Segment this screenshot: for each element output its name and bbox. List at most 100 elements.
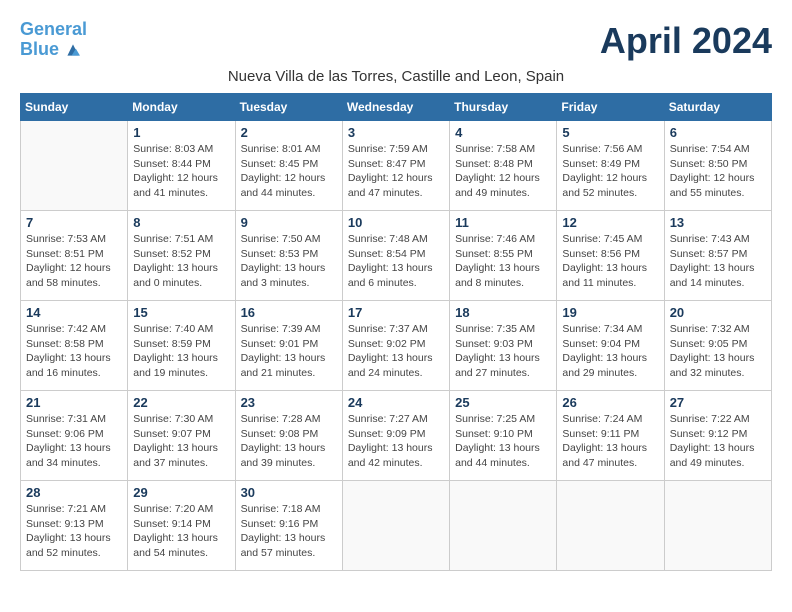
day-info: Sunrise: 7:20 AMSunset: 9:14 PMDaylight:… <box>133 502 229 561</box>
calendar-cell: 21 Sunrise: 7:31 AMSunset: 9:06 PMDayligh… <box>21 391 128 481</box>
calendar-cell: 12Sunrise: 7:45 AMSunset: 8:56 PMDayligh… <box>557 211 664 301</box>
logo-text: General Blue <box>20 20 87 60</box>
calendar-cell: 25Sunrise: 7:25 AMSunset: 9:10 PMDayligh… <box>450 391 557 481</box>
calendar-cell <box>450 481 557 571</box>
day-number: 24 <box>348 395 444 410</box>
weekday-header-friday: Friday <box>557 94 664 121</box>
calendar-cell: 15 Sunrise: 7:40 AMSunset: 8:59 PMDayligh… <box>128 301 235 391</box>
calendar-cell <box>342 481 449 571</box>
calendar-table: SundayMondayTuesdayWednesdayThursdayFrid… <box>20 93 772 571</box>
calendar-cell: 22 Sunrise: 7:30 AMSunset: 9:07 PMDayligh… <box>128 391 235 481</box>
day-number: 26 <box>562 395 658 410</box>
weekday-header-sunday: Sunday <box>21 94 128 121</box>
day-number: 21 <box>26 395 122 410</box>
day-info: Sunrise: 7:43 AMSunset: 8:57 PMDaylight:… <box>670 232 766 291</box>
day-number: 11 <box>455 215 551 230</box>
calendar-cell: 17Sunrise: 7:37 AMSunset: 9:02 PMDayligh… <box>342 301 449 391</box>
day-number: 22 <box>133 395 229 410</box>
calendar-cell: 8 Sunrise: 7:51 AMSunset: 8:52 PMDaylight… <box>128 211 235 301</box>
day-number: 1 <box>133 125 229 140</box>
calendar-cell <box>21 121 128 211</box>
calendar-cell: 24 Sunrise: 7:27 AMSunset: 9:09 PMDayligh… <box>342 391 449 481</box>
calendar-cell: 11 Sunrise: 7:46 AMSunset: 8:55 PMDayligh… <box>450 211 557 301</box>
day-info: Sunrise: 7:45 AMSunset: 8:56 PMDaylight:… <box>562 232 658 291</box>
calendar-cell: 18 Sunrise: 7:35 AMSunset: 9:03 PMDayligh… <box>450 301 557 391</box>
day-info: Sunrise: 7:30 AMSunset: 9:07 PMDaylight:… <box>133 412 229 471</box>
calendar-cell: 10Sunrise: 7:48 AMSunset: 8:54 PMDayligh… <box>342 211 449 301</box>
calendar-cell: 19 Sunrise: 7:34 AMSunset: 9:04 PMDayligh… <box>557 301 664 391</box>
day-info: Sunrise: 7:22 AMSunset: 9:12 PMDaylight:… <box>670 412 766 471</box>
day-number: 10 <box>348 215 444 230</box>
day-info: Sunrise: 7:18 AMSunset: 9:16 PMDaylight:… <box>241 502 337 561</box>
day-number: 29 <box>133 485 229 500</box>
day-number: 15 <box>133 305 229 320</box>
day-info: Sunrise: 7:35 AMSunset: 9:03 PMDaylight:… <box>455 322 551 381</box>
day-info: Sunrise: 7:39 AMSunset: 9:01 PMDaylight:… <box>241 322 337 381</box>
weekday-header-thursday: Thursday <box>450 94 557 121</box>
calendar-cell: 6 Sunrise: 7:54 AMSunset: 8:50 PMDaylight… <box>664 121 771 211</box>
day-number: 7 <box>26 215 122 230</box>
weekday-header-saturday: Saturday <box>664 94 771 121</box>
calendar-cell: 28Sunrise: 7:21 AMSunset: 9:13 PMDayligh… <box>21 481 128 571</box>
logo-blue: Blue <box>20 39 59 59</box>
calendar-cell: 2 Sunrise: 8:01 AMSunset: 8:45 PMDaylight… <box>235 121 342 211</box>
day-number: 16 <box>241 305 337 320</box>
logo: General Blue <box>20 20 87 60</box>
calendar-cell: 20 Sunrise: 7:32 AMSunset: 9:05 PMDayligh… <box>664 301 771 391</box>
calendar-cell: 7 Sunrise: 7:53 AMSunset: 8:51 PMDaylight… <box>21 211 128 301</box>
location-title: Nueva Villa de las Torres, Castille and … <box>20 68 772 85</box>
day-number: 3 <box>348 125 444 140</box>
day-number: 30 <box>241 485 337 500</box>
calendar-cell: 26 Sunrise: 7:24 AMSunset: 9:11 PMDayligh… <box>557 391 664 481</box>
calendar-cell: 14 Sunrise: 7:42 AMSunset: 8:58 PMDayligh… <box>21 301 128 391</box>
day-info: Sunrise: 7:40 AMSunset: 8:59 PMDaylight:… <box>133 322 229 381</box>
day-info: Sunrise: 7:34 AMSunset: 9:04 PMDaylight:… <box>562 322 658 381</box>
calendar-cell: 13 Sunrise: 7:43 AMSunset: 8:57 PMDayligh… <box>664 211 771 301</box>
weekday-header-wednesday: Wednesday <box>342 94 449 121</box>
day-info: Sunrise: 7:28 AMSunset: 9:08 PMDaylight:… <box>241 412 337 471</box>
day-info: Sunrise: 7:50 AMSunset: 8:53 PMDaylight:… <box>241 232 337 291</box>
day-info: Sunrise: 7:31 AMSunset: 9:06 PMDaylight:… <box>26 412 122 471</box>
day-number: 2 <box>241 125 337 140</box>
day-number: 20 <box>670 305 766 320</box>
day-info: Sunrise: 7:51 AMSunset: 8:52 PMDaylight:… <box>133 232 229 291</box>
day-number: 14 <box>26 305 122 320</box>
day-info: Sunrise: 7:24 AMSunset: 9:11 PMDaylight:… <box>562 412 658 471</box>
calendar-cell: 23 Sunrise: 7:28 AMSunset: 9:08 PMDayligh… <box>235 391 342 481</box>
calendar-cell <box>664 481 771 571</box>
logo-general: General <box>20 19 87 39</box>
day-info: Sunrise: 7:42 AMSunset: 8:58 PMDaylight:… <box>26 322 122 381</box>
day-info: Sunrise: 7:46 AMSunset: 8:55 PMDaylight:… <box>455 232 551 291</box>
day-info: Sunrise: 7:21 AMSunset: 9:13 PMDaylight:… <box>26 502 122 561</box>
calendar-cell <box>557 481 664 571</box>
day-number: 8 <box>133 215 229 230</box>
day-info: Sunrise: 7:32 AMSunset: 9:05 PMDaylight:… <box>670 322 766 381</box>
day-info: Sunrise: 8:03 AMSunset: 8:44 PMDaylight:… <box>133 142 229 201</box>
day-info: Sunrise: 7:25 AMSunset: 9:10 PMDaylight:… <box>455 412 551 471</box>
title-section: April 2024 <box>600 20 772 62</box>
day-info: Sunrise: 7:27 AMSunset: 9:09 PMDaylight:… <box>348 412 444 471</box>
day-info: Sunrise: 7:59 AMSunset: 8:47 PMDaylight:… <box>348 142 444 201</box>
calendar-cell: 16 Sunrise: 7:39 AMSunset: 9:01 PMDayligh… <box>235 301 342 391</box>
day-info: Sunrise: 7:54 AMSunset: 8:50 PMDaylight:… <box>670 142 766 201</box>
day-number: 27 <box>670 395 766 410</box>
day-info: Sunrise: 7:56 AMSunset: 8:49 PMDaylight:… <box>562 142 658 201</box>
day-number: 13 <box>670 215 766 230</box>
calendar-cell: 4Sunrise: 7:58 AMSunset: 8:48 PMDaylight… <box>450 121 557 211</box>
calendar-cell: 3 Sunrise: 7:59 AMSunset: 8:47 PMDaylight… <box>342 121 449 211</box>
day-number: 19 <box>562 305 658 320</box>
day-info: Sunrise: 8:01 AMSunset: 8:45 PMDaylight:… <box>241 142 337 201</box>
weekday-header-tuesday: Tuesday <box>235 94 342 121</box>
calendar-cell: 1 Sunrise: 8:03 AMSunset: 8:44 PMDaylight… <box>128 121 235 211</box>
day-number: 4 <box>455 125 551 140</box>
day-number: 18 <box>455 305 551 320</box>
month-title: April 2024 <box>600 20 772 62</box>
weekday-header-monday: Monday <box>128 94 235 121</box>
day-info: Sunrise: 7:37 AMSunset: 9:02 PMDaylight:… <box>348 322 444 381</box>
calendar-cell: 27 Sunrise: 7:22 AMSunset: 9:12 PMDayligh… <box>664 391 771 481</box>
day-info: Sunrise: 7:53 AMSunset: 8:51 PMDaylight:… <box>26 232 122 291</box>
day-number: 9 <box>241 215 337 230</box>
day-number: 23 <box>241 395 337 410</box>
calendar-cell: 30 Sunrise: 7:18 AMSunset: 9:16 PMDayligh… <box>235 481 342 571</box>
day-number: 6 <box>670 125 766 140</box>
